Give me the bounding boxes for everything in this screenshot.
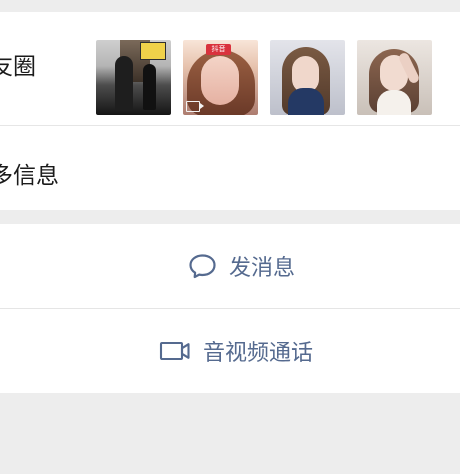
video-call-label: 音视频通话 bbox=[203, 341, 314, 366]
profile-info-card: 友圈 抖音 多信息 bbox=[0, 12, 460, 210]
send-message-content: 发消息 bbox=[187, 250, 295, 282]
chat-bubble-icon bbox=[187, 252, 218, 280]
moment-thumbnail[interactable] bbox=[96, 40, 171, 115]
person-silhouette bbox=[115, 56, 133, 111]
sign-image bbox=[140, 42, 166, 60]
thumbnail-tag: 抖音 bbox=[206, 44, 231, 55]
moments-row[interactable]: 友圈 抖音 bbox=[0, 12, 460, 126]
video-camera-icon bbox=[159, 339, 192, 363]
video-indicator-icon bbox=[186, 101, 204, 112]
portrait-face bbox=[201, 56, 239, 105]
send-message-button[interactable]: 发消息 bbox=[0, 224, 460, 308]
moments-thumbnails: 抖音 bbox=[96, 40, 432, 115]
portrait-clothing bbox=[288, 88, 324, 115]
send-message-label: 发消息 bbox=[229, 256, 296, 281]
moment-thumbnail[interactable]: 抖音 bbox=[183, 40, 258, 115]
bottom-fill bbox=[0, 393, 460, 470]
moment-thumbnail[interactable] bbox=[357, 40, 432, 115]
more-info-label: 多信息 bbox=[0, 163, 59, 189]
more-info-row[interactable]: 多信息 bbox=[0, 126, 460, 210]
portrait-clothing bbox=[377, 90, 411, 115]
top-gap bbox=[0, 0, 460, 12]
moments-label: 友圈 bbox=[0, 54, 36, 80]
moment-thumbnail[interactable] bbox=[270, 40, 345, 115]
section-divider bbox=[0, 210, 460, 224]
video-call-button[interactable]: 音视频通话 bbox=[0, 308, 460, 393]
person-silhouette bbox=[143, 64, 156, 110]
video-call-content: 音视频通话 bbox=[159, 335, 313, 367]
